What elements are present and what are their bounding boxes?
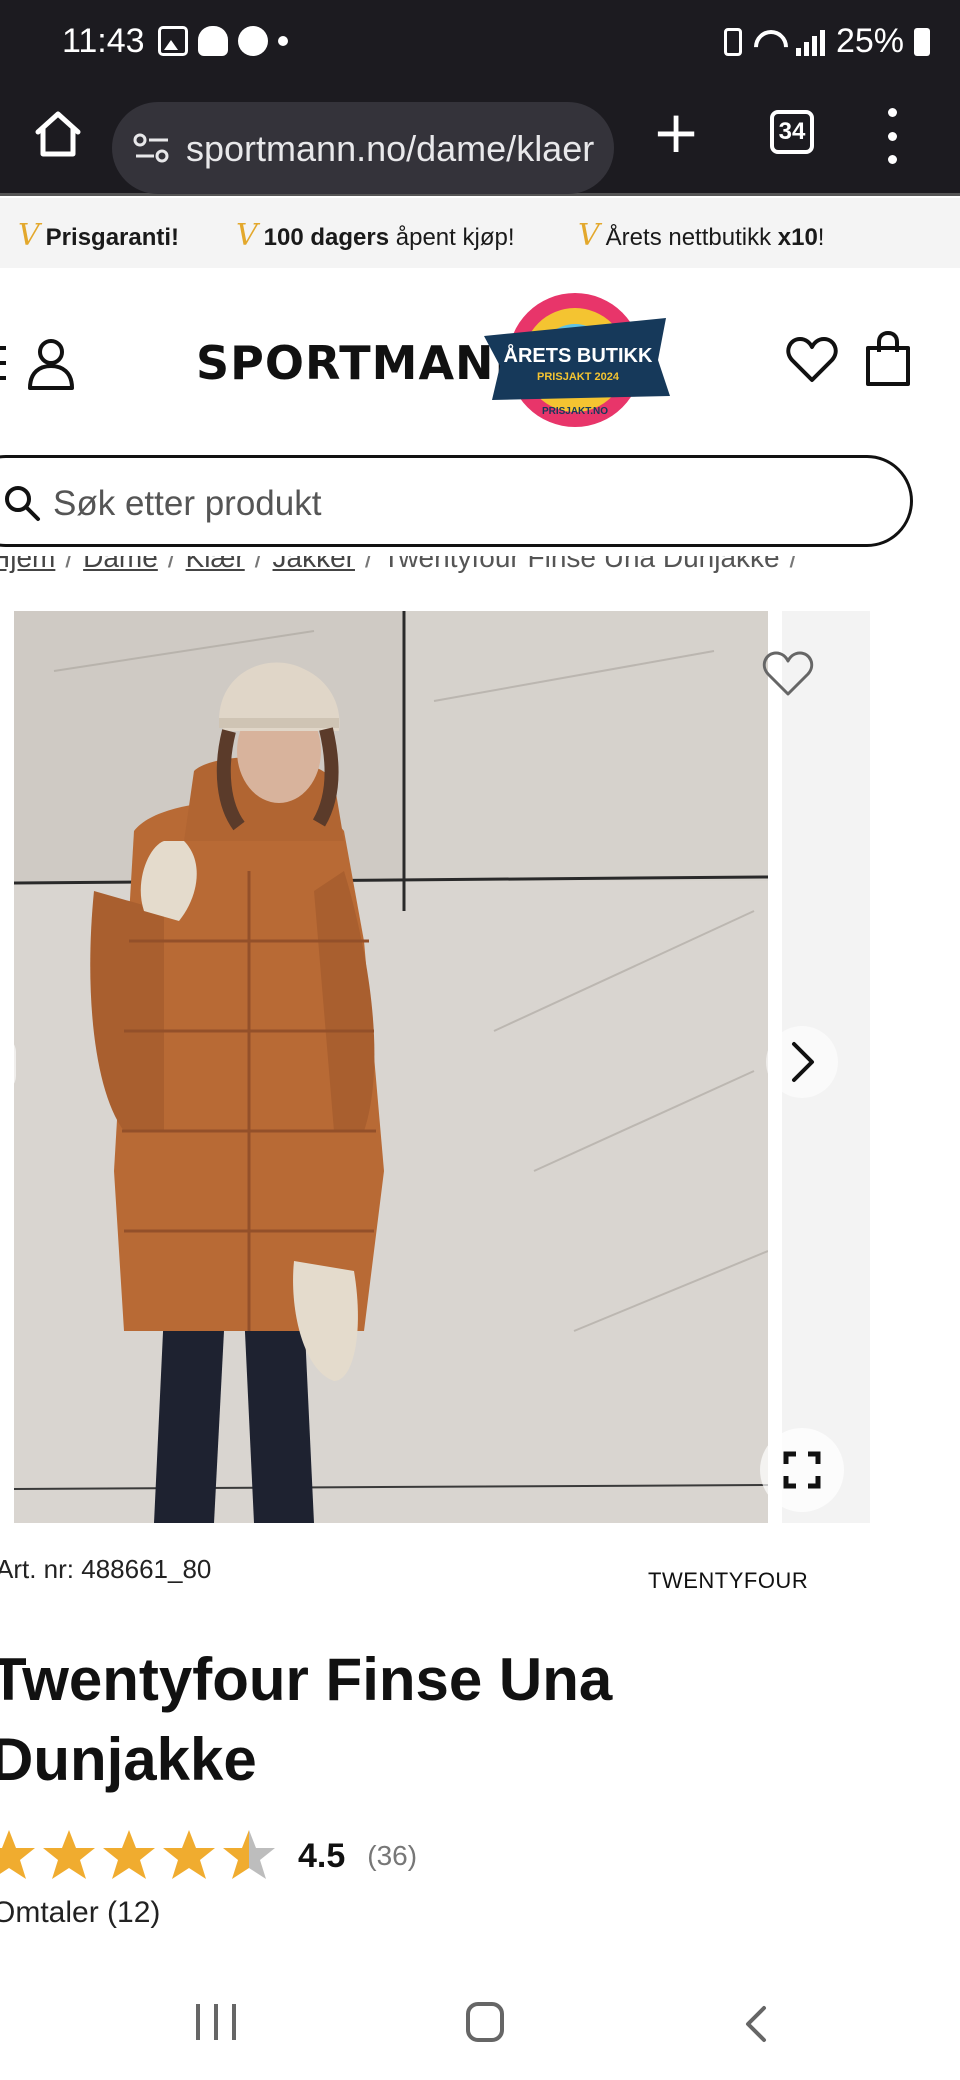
search-input[interactable] <box>53 484 813 524</box>
browser-toolbar: sportmann.no/dame/klaer + 34 <box>0 82 960 196</box>
star-icon <box>103 1830 155 1879</box>
url-text[interactable]: sportmann.no/dame/klaer <box>186 128 596 170</box>
search-bar[interactable] <box>0 455 913 547</box>
battery-percent: 25% <box>835 22 904 60</box>
site-settings-icon[interactable] <box>132 130 172 166</box>
system-navigation-bar <box>0 1984 960 2080</box>
usp-ribbon: V Prisgaranti! V 100 dagers åpent kjøp! VÅ… <box>0 198 960 268</box>
product-title: Twentyfour Finse Una Dunjakke <box>0 1646 613 1793</box>
breadcrumb-klaer[interactable]: Klær <box>186 556 245 574</box>
add-to-wishlist-icon[interactable] <box>762 650 814 698</box>
new-tab-icon[interactable]: + <box>650 103 702 162</box>
notification-icons <box>158 26 288 56</box>
product-rating[interactable]: 4.5 (36) <box>0 1826 417 1886</box>
account-icon[interactable] <box>26 336 76 392</box>
tab-switcher-button[interactable]: 34 <box>770 110 814 154</box>
gallery-icon <box>158 26 188 56</box>
status-bar: 11:43 25% <box>0 0 960 82</box>
snapchat-icon <box>198 26 228 56</box>
rating-count: (36) <box>367 1840 418 1871</box>
back-icon[interactable] <box>742 2004 772 2044</box>
badge-subtitle: PRISJAKT 2024 <box>537 371 620 383</box>
arets-butikk-badge: ÅRETS BUTIKK PRISJAKT 2024 PRISJAKT.NO <box>484 293 670 427</box>
hamburger-menu-icon[interactable] <box>0 346 6 380</box>
reviews-link[interactable]: Omtaler (12) <box>0 1896 160 1930</box>
fullscreen-button[interactable] <box>760 1428 844 1512</box>
product-photo <box>14 611 768 1523</box>
address-bar[interactable]: sportmann.no/dame/klaer <box>112 102 614 194</box>
usp-item: V Prisgaranti! <box>18 218 180 253</box>
wishlist-heart-icon[interactable] <box>786 336 838 384</box>
breadcrumb-dame[interactable]: Dame <box>83 556 158 574</box>
browser-menu-icon[interactable] <box>880 108 904 164</box>
star-icon <box>43 1830 95 1879</box>
breadcrumb-jakker[interactable]: Jakker <box>273 556 355 574</box>
checkmark-icon: V <box>18 218 40 253</box>
shopping-bag-icon[interactable] <box>864 330 912 388</box>
chevron-right-icon <box>792 1042 814 1082</box>
badge-source: PRISJAKT.NO <box>542 406 608 417</box>
breadcrumb: Hjem / Dame / Klær / Jakker / Twentyfour Fin… <box>0 556 797 586</box>
star-icon <box>0 1830 35 1879</box>
usp-item: V Årets nettbutikk x10! <box>578 218 825 253</box>
breadcrumb-home[interactable]: Hjem <box>0 556 55 574</box>
recent-apps-icon[interactable] <box>196 2004 236 2040</box>
home-icon[interactable] <box>30 106 86 162</box>
search-icon[interactable] <box>3 484 41 522</box>
article-number: Art. nr: 488661_80 <box>0 1554 212 1584</box>
status-time: 11:43 <box>62 22 145 60</box>
star-rating <box>0 1827 278 1885</box>
fullscreen-icon <box>783 1451 821 1489</box>
previous-image-button[interactable] <box>0 1036 16 1092</box>
product-image[interactable] <box>14 611 768 1523</box>
checkmark-icon: V <box>236 218 258 253</box>
system-icons: 25% <box>723 22 930 61</box>
badge-title: ÅRETS BUTIKK <box>504 343 653 367</box>
messenger-icon <box>238 26 268 56</box>
brand-logo[interactable]: TWENTYFOUR <box>648 1568 808 1594</box>
usp-item: V 100 dagers åpent kjøp! <box>236 218 515 253</box>
star-icon <box>223 1830 275 1879</box>
signal-icon <box>795 28 826 56</box>
next-image-button[interactable] <box>766 1026 838 1098</box>
star-icon <box>163 1830 215 1879</box>
battery-icon <box>914 27 930 56</box>
checkmark-icon: V <box>578 218 600 253</box>
rating-value: 4.5 <box>298 1836 346 1875</box>
battery-saver-icon <box>723 27 742 56</box>
more-notifications-icon <box>278 36 288 46</box>
breadcrumb-current: Twentyfour Finse Una Dunjakke <box>382 556 780 573</box>
home-nav-icon[interactable] <box>466 2002 504 2042</box>
wifi-icon <box>752 28 786 56</box>
